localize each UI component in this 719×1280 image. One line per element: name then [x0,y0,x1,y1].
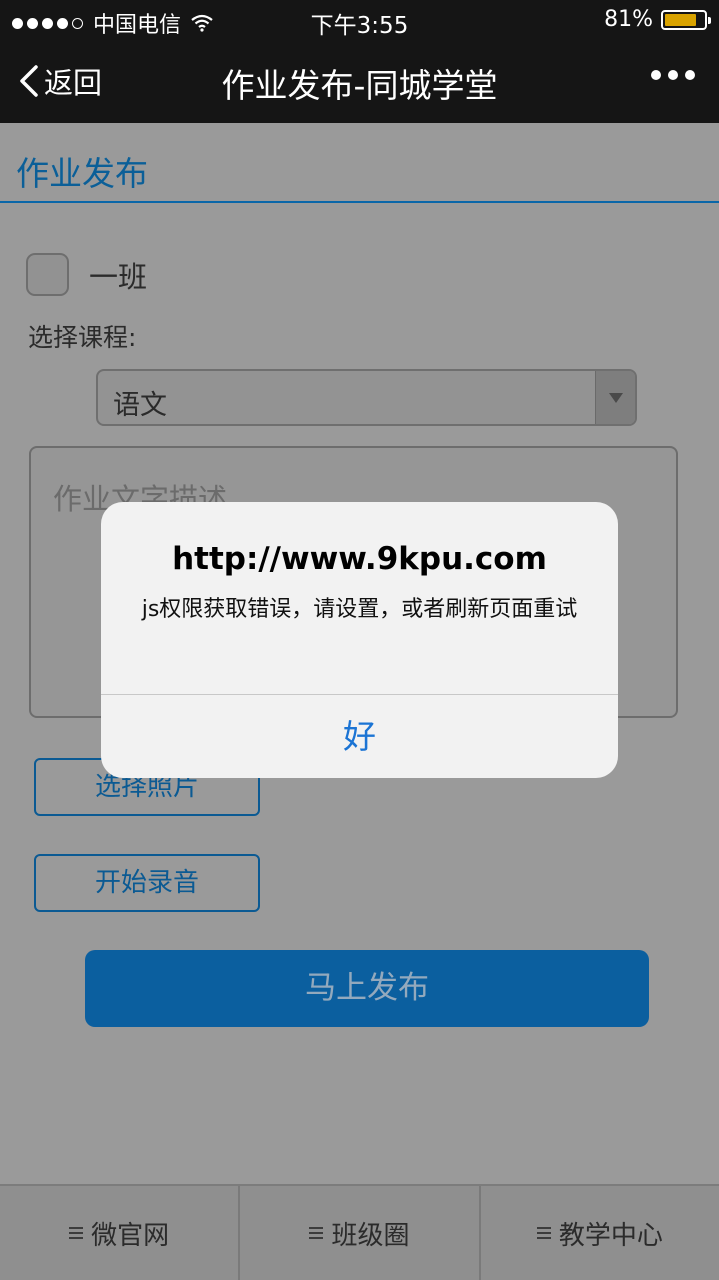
bottom-tab-bar: 微官网 班级圈 教学中心 [0,1184,719,1280]
section-title: 作业发布 [16,154,148,193]
tab-label: 教学中心 [558,1220,663,1251]
tab-label: 微官网 [91,1220,170,1251]
status-bar: 中国电信 下午3:55 81% [0,0,719,40]
course-select[interactable]: 语文 [96,369,637,426]
class-option[interactable]: 一班 [26,253,147,296]
battery-percent: 81% [604,7,653,32]
more-dots-icon[interactable] [651,70,695,80]
tab-class-circle[interactable]: 班级圈 [240,1186,481,1280]
page-title: 作业发布-同城学堂 [221,66,498,105]
alert-title: http://www.9kpu.com [172,541,547,577]
menu-icon [309,1226,324,1240]
tab-teaching-center[interactable]: 教学中心 [481,1186,719,1280]
status-right: 81% [604,7,711,32]
course-select-value: 语文 [113,390,167,421]
alert-dialog: http://www.9kpu.com js权限获取错误，请设置，或者刷新页面重… [101,502,618,778]
start-recording-button[interactable]: 开始录音 [34,854,260,912]
menu-icon [536,1226,551,1240]
alert-ok-button[interactable]: 好 [101,695,618,778]
tab-micro-site[interactable]: 微官网 [0,1186,241,1280]
menu-icon [69,1226,84,1240]
section-header: 作业发布 [0,123,719,203]
tab-label: 班级圈 [331,1220,410,1251]
class-checkbox[interactable] [26,253,69,296]
course-label: 选择课程: [28,323,137,352]
alert-message: js权限获取错误，请设置，或者刷新页面重试 [141,597,578,622]
nav-bar: 返回 作业发布-同城学堂 [0,40,719,123]
battery-icon [661,9,711,30]
class-label: 一班 [89,259,148,294]
battery-fill [665,13,696,26]
chevron-down-icon [595,371,635,424]
publish-button[interactable]: 马上发布 [85,950,649,1027]
